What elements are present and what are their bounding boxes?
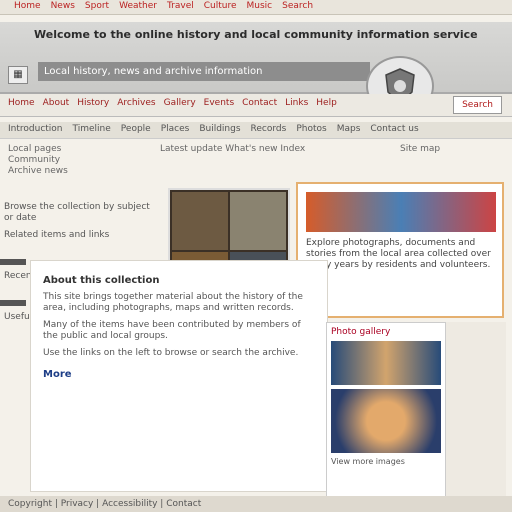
toolbar-link[interactable]: Gallery bbox=[164, 98, 196, 108]
toolbar-link[interactable]: Contact bbox=[242, 98, 277, 108]
feature-text: Explore photographs, documents and stori… bbox=[306, 238, 491, 270]
top-nav-item[interactable]: Music bbox=[247, 1, 273, 11]
site-map-link[interactable]: Site map bbox=[400, 144, 440, 154]
subnav-item[interactable]: People bbox=[121, 124, 151, 134]
top-nav-item[interactable]: Home bbox=[14, 1, 41, 11]
subnav-item[interactable]: Places bbox=[161, 124, 190, 134]
main-toolbar: Home About History Archives Gallery Even… bbox=[0, 94, 512, 117]
photo-image[interactable] bbox=[331, 389, 441, 453]
sidebar-divider bbox=[0, 259, 26, 265]
sidebar-block[interactable]: Browse the collection by subject or date bbox=[4, 202, 156, 224]
toolbar-link[interactable]: About bbox=[43, 98, 70, 108]
article-paragraph: Use the links on the left to browse or s… bbox=[43, 348, 299, 358]
more-link[interactable]: More bbox=[43, 369, 315, 380]
photo-image[interactable] bbox=[331, 341, 441, 385]
site-subtitle: Local history, news and archive informat… bbox=[38, 62, 370, 81]
toolbar-link[interactable]: History bbox=[77, 98, 109, 108]
sidebar-divider bbox=[0, 300, 26, 306]
subnav-item[interactable]: Contact us bbox=[370, 124, 418, 134]
top-nav-item[interactable]: Culture bbox=[204, 1, 237, 11]
subnav-item[interactable]: Photos bbox=[296, 124, 326, 134]
top-nav-item[interactable]: Search bbox=[282, 1, 313, 11]
top-nav-item[interactable]: News bbox=[51, 1, 75, 11]
toolbar-link[interactable]: Links bbox=[285, 98, 308, 108]
photo-panel-title: Photo gallery bbox=[331, 327, 391, 337]
article-paragraph: Many of the items have been contributed … bbox=[43, 320, 301, 341]
subnav-item[interactable]: Maps bbox=[337, 124, 361, 134]
feature-banner-image[interactable] bbox=[306, 192, 496, 232]
secondary-links: Local pages Community Archive news Lates… bbox=[0, 140, 512, 176]
sub-nav: Introduction Timeline People Places Buil… bbox=[0, 122, 512, 139]
photo-caption[interactable]: View more images bbox=[331, 457, 441, 466]
site-title: Welcome to the online history and local … bbox=[34, 28, 478, 41]
footer-links[interactable]: Copyright | Privacy | Accessibility | Co… bbox=[0, 496, 512, 512]
toolbar-link[interactable]: Archives bbox=[117, 98, 155, 108]
top-strip: Home News Sport Weather Travel Culture M… bbox=[0, 0, 512, 15]
subnav-item[interactable]: Records bbox=[251, 124, 287, 134]
update-links[interactable]: Latest update What's new Index bbox=[160, 144, 305, 155]
top-nav-item[interactable]: Weather bbox=[119, 1, 157, 11]
article-paragraph: This site brings together material about… bbox=[43, 292, 303, 313]
grid-icon[interactable]: ▦ bbox=[8, 66, 28, 84]
toolbar-link[interactable]: Help bbox=[316, 98, 337, 108]
subnav-item[interactable]: Introduction bbox=[8, 124, 63, 134]
toolbar-link[interactable]: Home bbox=[8, 98, 35, 108]
top-nav-item[interactable]: Sport bbox=[85, 1, 109, 11]
top-nav: Home News Sport Weather Travel Culture M… bbox=[0, 0, 512, 12]
thumbnail-image[interactable] bbox=[172, 192, 228, 250]
toolbar-links: Home About History Archives Gallery Even… bbox=[0, 94, 436, 112]
subnav-item[interactable]: Buildings bbox=[199, 124, 240, 134]
site-header: Welcome to the online history and local … bbox=[0, 22, 512, 116]
search-button[interactable]: Search bbox=[453, 96, 502, 114]
toolbar-link[interactable]: Events bbox=[204, 98, 234, 108]
article-heading: About this collection bbox=[43, 275, 160, 286]
main-article: About this collection This site brings t… bbox=[30, 260, 328, 492]
section-links[interactable]: Local pages Community Archive news bbox=[8, 144, 68, 177]
photo-panel: Photo gallery View more images bbox=[326, 322, 446, 498]
thumbnail-image[interactable] bbox=[230, 192, 286, 250]
subnav-item[interactable]: Timeline bbox=[73, 124, 111, 134]
sidebar-block[interactable]: Related items and links bbox=[4, 230, 156, 241]
top-nav-item[interactable]: Travel bbox=[167, 1, 194, 11]
right-column bbox=[446, 322, 506, 496]
